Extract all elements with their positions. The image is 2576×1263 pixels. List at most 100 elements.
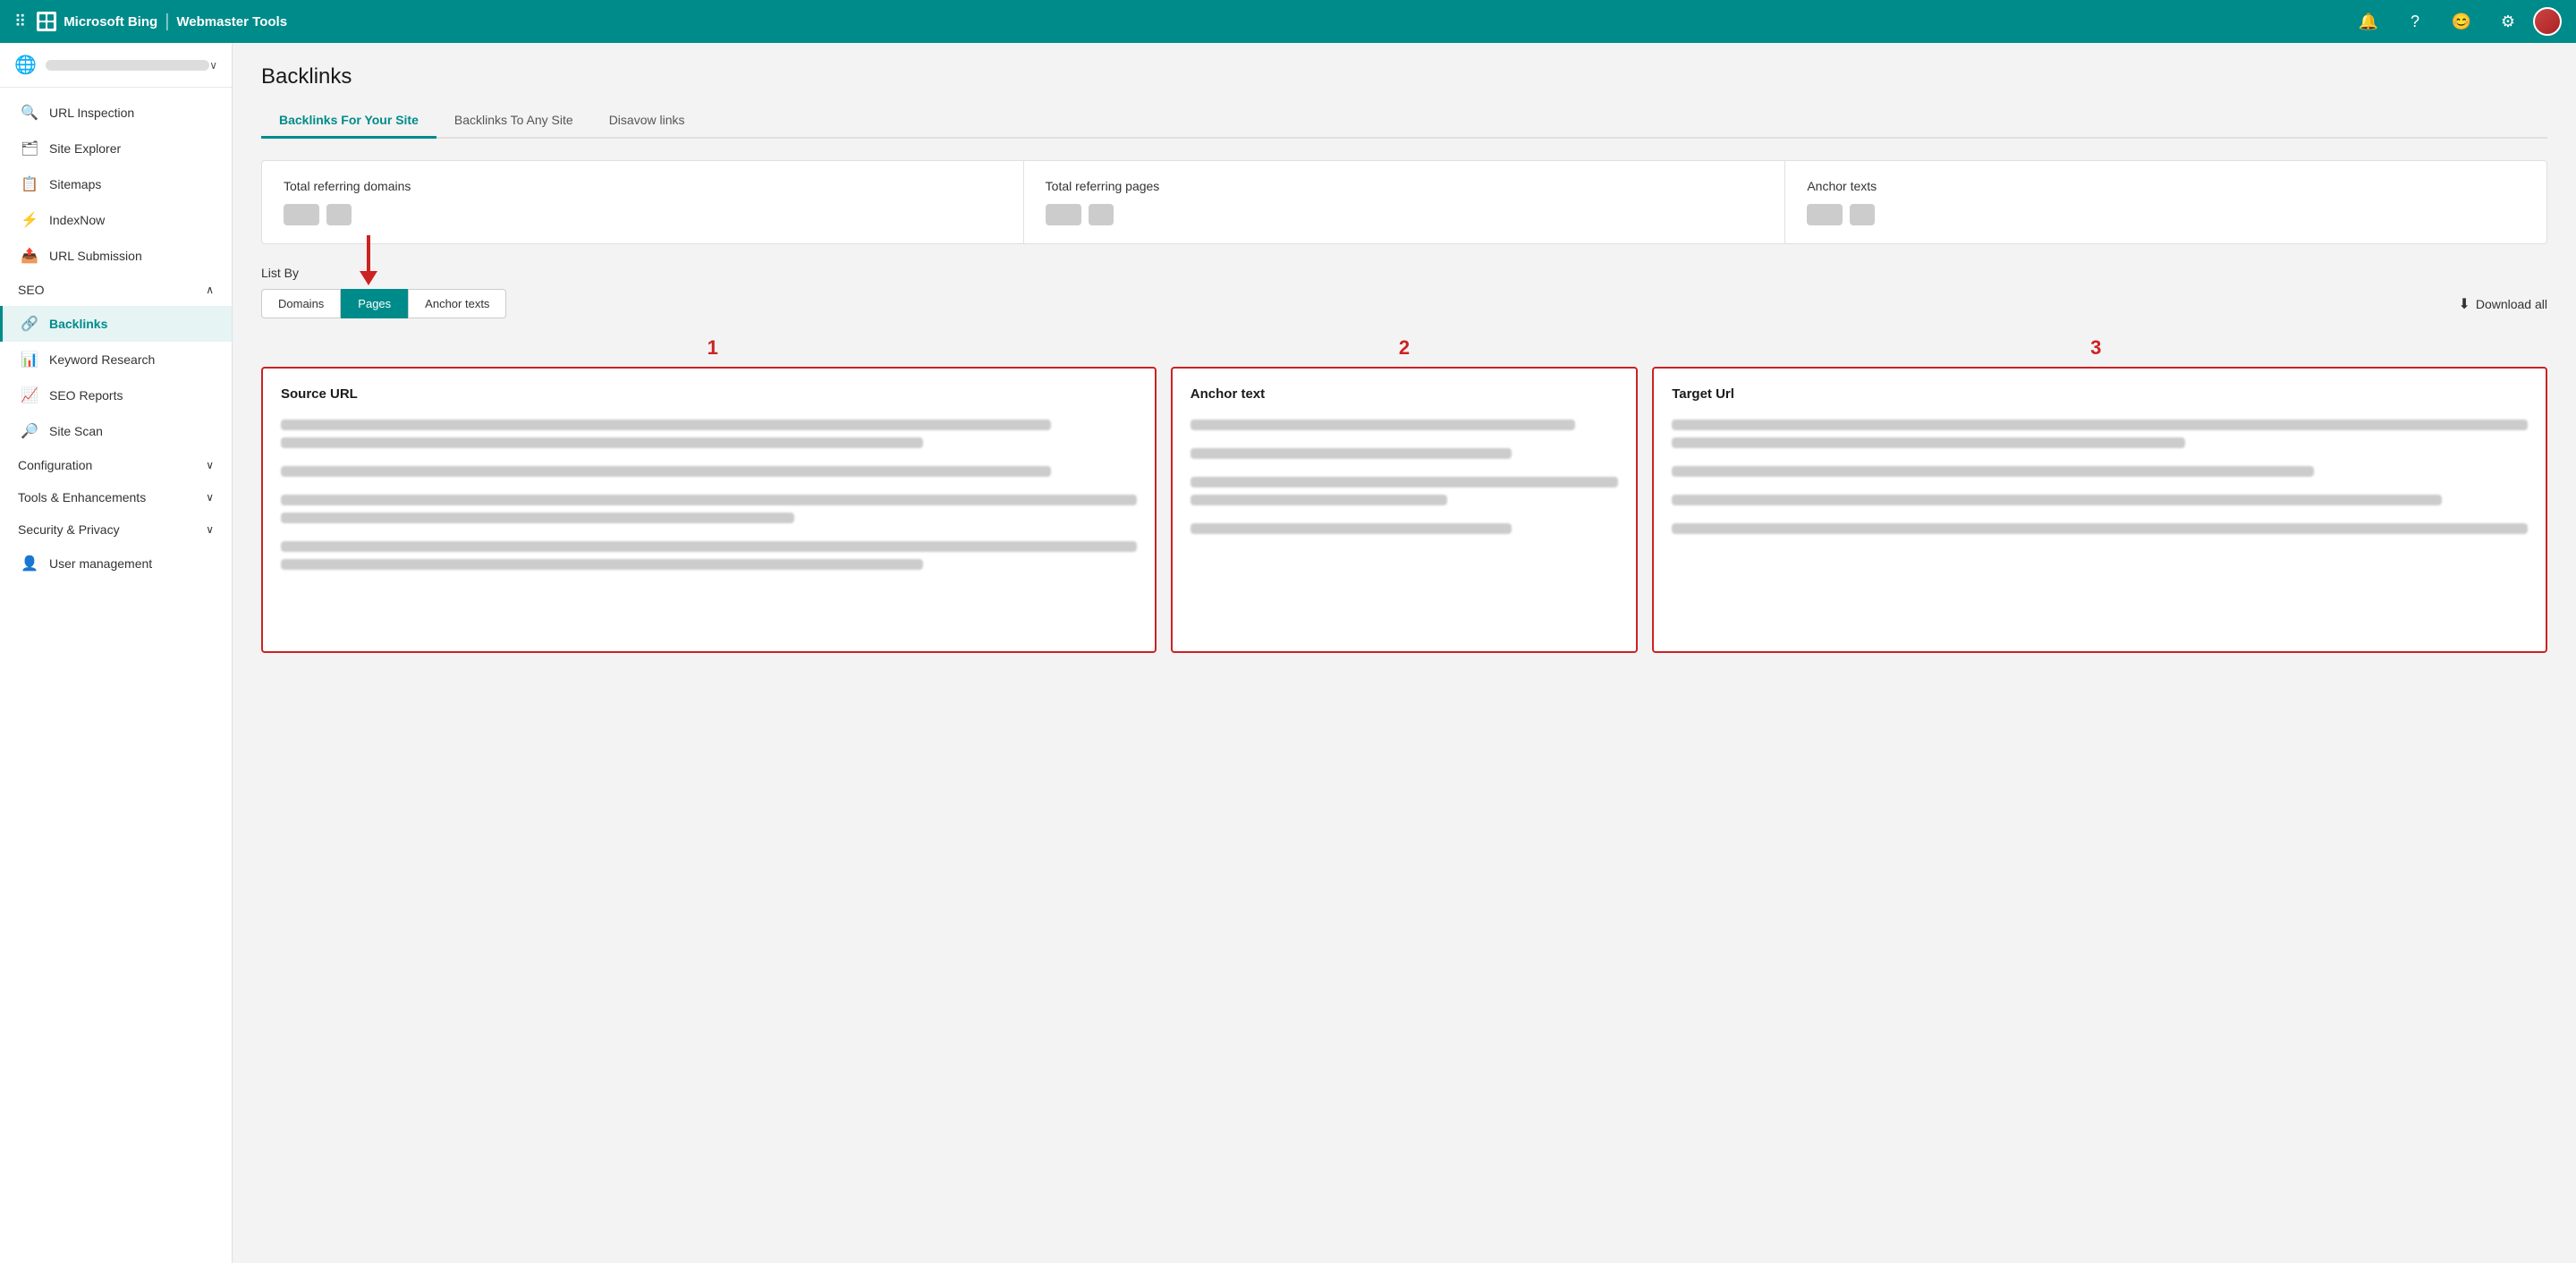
sidebar-item-site-scan[interactable]: 🔎 Site Scan bbox=[0, 413, 232, 449]
waffle-icon[interactable]: ⠿ bbox=[14, 13, 26, 31]
sidebar-item-label: URL Inspection bbox=[49, 106, 134, 120]
page-tabs: Backlinks For Your Site Backlinks To Any… bbox=[261, 104, 2547, 139]
stats-row: Total referring domains Total referring … bbox=[261, 160, 2547, 244]
app-name: Microsoft Bing bbox=[64, 14, 157, 30]
sidebar-item-user-management[interactable]: 👤 User management bbox=[0, 546, 232, 581]
blur-row bbox=[1672, 523, 2528, 534]
url-entry-1 bbox=[281, 420, 1137, 448]
sidebar-item-indexnow[interactable]: ⚡ IndexNow bbox=[0, 202, 232, 238]
site-explorer-icon: 🗂 bbox=[21, 140, 38, 157]
sidebar-item-label: Sitemaps bbox=[49, 177, 101, 191]
sidebar-item-url-submission[interactable]: 📤 URL Submission bbox=[0, 238, 232, 274]
app-logo: Microsoft Bing | Webmaster Tools bbox=[37, 12, 287, 32]
blur-row bbox=[281, 437, 923, 448]
list-btn-pages[interactable]: Pages bbox=[341, 289, 408, 318]
list-by-label: List By bbox=[261, 266, 2547, 280]
blur-row bbox=[281, 495, 1137, 505]
configuration-section-header[interactable]: Configuration ∨ bbox=[0, 449, 232, 481]
anchor-text-column: Anchor text bbox=[1171, 367, 1638, 653]
target-url-column: Target Url bbox=[1652, 367, 2547, 653]
source-url-column: Source URL bbox=[261, 367, 1157, 653]
sidebar-item-label: URL Submission bbox=[49, 249, 142, 263]
site-selector[interactable]: 🌐 ∨ bbox=[0, 43, 232, 88]
notification-icon[interactable]: 🔔 bbox=[2354, 7, 2383, 36]
top-navigation: ⠿ Microsoft Bing | Webmaster Tools 🔔 ? 😊… bbox=[0, 0, 2576, 43]
nav-divider: | bbox=[165, 12, 169, 32]
column-number-2: 2 bbox=[1399, 336, 1410, 359]
indexnow-icon: ⚡ bbox=[21, 211, 38, 229]
tab-backlinks-to-any-site[interactable]: Backlinks To Any Site bbox=[436, 104, 591, 139]
settings-icon[interactable]: ⚙ bbox=[2494, 7, 2522, 36]
data-columns: Source URL bbox=[261, 367, 2547, 653]
blur-row bbox=[281, 466, 1051, 477]
tab-backlinks-for-your-site[interactable]: Backlinks For Your Site bbox=[261, 104, 436, 139]
stat-val-block-2 bbox=[326, 204, 352, 225]
blur-row bbox=[1672, 495, 2442, 505]
list-btn-anchor-texts[interactable]: Anchor texts bbox=[408, 289, 506, 318]
stat-card-referring-domains: Total referring domains bbox=[262, 161, 1024, 243]
sidebar-item-site-explorer[interactable]: 🗂 Site Explorer bbox=[0, 131, 232, 166]
tab-disavow-links[interactable]: Disavow links bbox=[591, 104, 703, 139]
stat-card-anchor-texts: Anchor texts bbox=[1785, 161, 2546, 243]
download-all-label: Download all bbox=[2476, 297, 2547, 311]
security-section-label: Security & Privacy bbox=[18, 522, 120, 537]
anchor-entry-1 bbox=[1191, 420, 1618, 430]
target-entry-1 bbox=[1672, 420, 2528, 448]
tools-section-header[interactable]: Tools & Enhancements ∨ bbox=[0, 481, 232, 513]
source-url-header: Source URL bbox=[281, 386, 1137, 402]
chevron-down-icon: ∨ bbox=[209, 59, 217, 72]
seo-reports-icon: 📈 bbox=[21, 386, 38, 404]
sidebar-item-keyword-research[interactable]: 📊 Keyword Research bbox=[0, 342, 232, 377]
help-icon[interactable]: ? bbox=[2401, 7, 2429, 36]
anchor-text-header: Anchor text bbox=[1191, 386, 1618, 402]
blur-row bbox=[1191, 420, 1576, 430]
tools-section-label: Tools & Enhancements bbox=[18, 490, 146, 504]
url-entry-2 bbox=[281, 466, 1137, 477]
sidebar-navigation: 🔍 URL Inspection 🗂 Site Explorer 📋 Sitem… bbox=[0, 88, 232, 589]
blur-row bbox=[281, 513, 794, 523]
stat-value-referring-domains bbox=[284, 204, 1002, 225]
blur-row bbox=[1191, 477, 1618, 487]
target-url-header: Target Url bbox=[1672, 386, 2528, 402]
sidebar-item-backlinks[interactable]: 🔗 Backlinks bbox=[0, 306, 232, 342]
stat-val-block-6 bbox=[1850, 204, 1875, 225]
configuration-chevron-icon: ∨ bbox=[206, 459, 214, 471]
blur-row bbox=[1191, 448, 1512, 459]
seo-section-header[interactable]: SEO ∧ bbox=[0, 274, 232, 306]
sitemaps-icon: 📋 bbox=[21, 175, 38, 193]
keyword-research-icon: 📊 bbox=[21, 351, 38, 369]
anchor-entry-2 bbox=[1191, 448, 1618, 459]
download-all-button[interactable]: ⬇ Download all bbox=[2458, 295, 2547, 313]
sidebar-item-seo-reports[interactable]: 📈 SEO Reports bbox=[0, 377, 232, 413]
column-number-1: 1 bbox=[708, 336, 718, 359]
url-entry-4 bbox=[281, 541, 1137, 570]
blur-row bbox=[281, 541, 1137, 552]
product-name: Webmaster Tools bbox=[176, 14, 287, 30]
sidebar-item-label: Backlinks bbox=[49, 317, 107, 331]
stat-value-anchor-texts bbox=[1807, 204, 2525, 225]
sidebar-item-url-inspection[interactable]: 🔍 URL Inspection bbox=[0, 95, 232, 131]
blur-row bbox=[1191, 495, 1447, 505]
list-btn-domains[interactable]: Domains bbox=[261, 289, 341, 318]
list-by-buttons: Domains Pages Anchor texts bbox=[261, 289, 506, 318]
sidebar-item-label: Keyword Research bbox=[49, 352, 155, 367]
url-submission-icon: 📤 bbox=[21, 247, 38, 265]
sidebar-item-label: Site Scan bbox=[49, 424, 103, 438]
target-entry-4 bbox=[1672, 523, 2528, 534]
configuration-section-label: Configuration bbox=[18, 458, 92, 472]
globe-icon: 🌐 bbox=[14, 54, 37, 76]
feedback-icon[interactable]: 😊 bbox=[2447, 7, 2476, 36]
security-section-header[interactable]: Security & Privacy ∨ bbox=[0, 513, 232, 546]
stat-val-block-4 bbox=[1089, 204, 1114, 225]
url-inspection-icon: 🔍 bbox=[21, 104, 38, 122]
blur-row bbox=[281, 420, 1051, 430]
sidebar-item-sitemaps[interactable]: 📋 Sitemaps bbox=[0, 166, 232, 202]
user-avatar[interactable] bbox=[2533, 7, 2562, 36]
blur-row bbox=[1672, 437, 2185, 448]
sidebar-item-label: SEO Reports bbox=[49, 388, 123, 403]
list-by-section: List By Domains Pages Anchor texts ⬇ Dow… bbox=[261, 266, 2547, 653]
stat-val-block-5 bbox=[1807, 204, 1843, 225]
backlinks-icon: 🔗 bbox=[21, 315, 38, 333]
anchor-entry-4 bbox=[1191, 523, 1618, 534]
stat-card-referring-pages: Total referring pages bbox=[1024, 161, 1786, 243]
